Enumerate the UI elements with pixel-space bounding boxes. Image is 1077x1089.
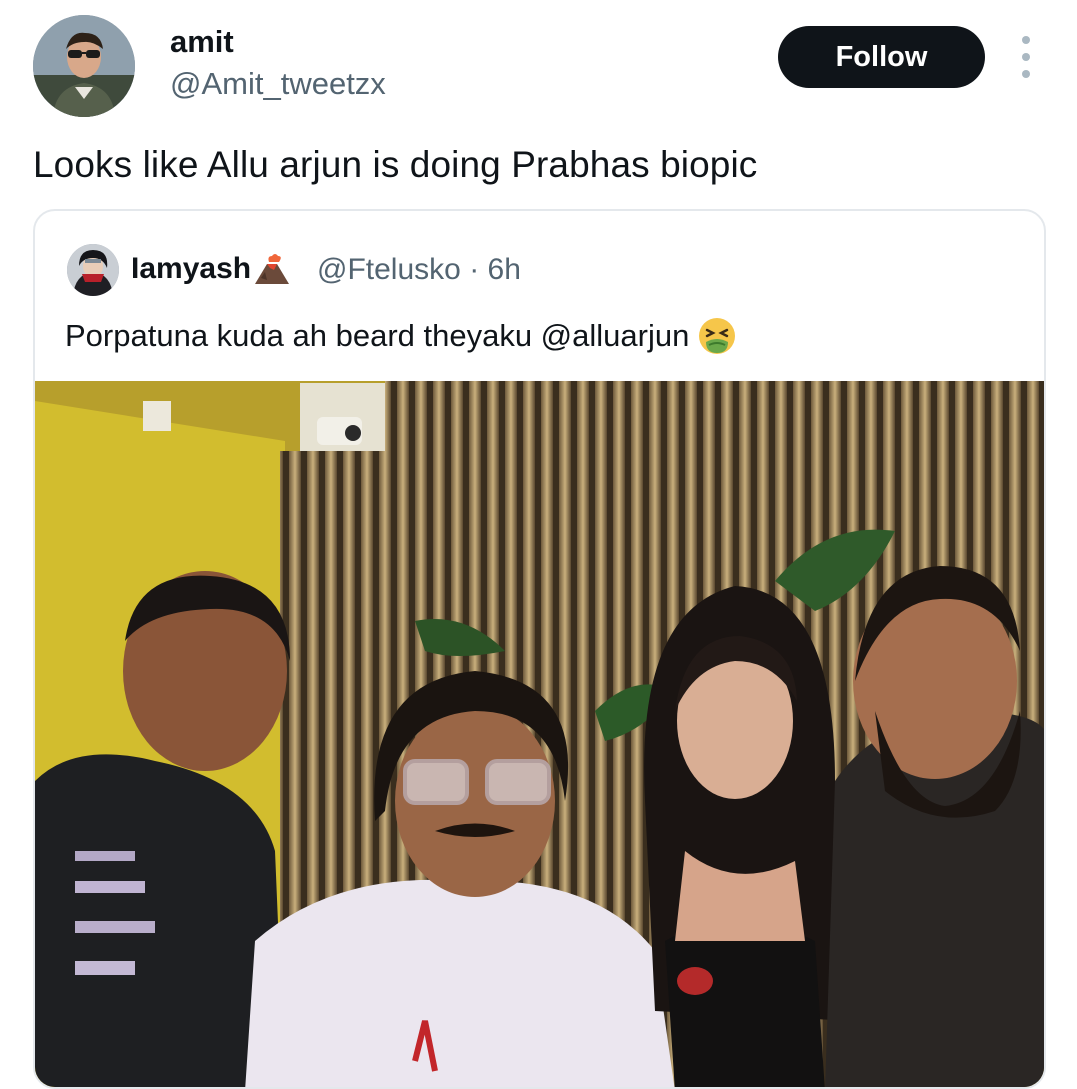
nauseated-face-icon [697,316,737,356]
quoted-author-name-text: Iamyash [131,252,252,285]
quoted-handle[interactable]: @Ftelusko [317,253,461,286]
more-dot [1022,53,1030,61]
quoted-author-avatar[interactable] [67,244,119,296]
meta-separator: · [469,253,480,286]
quoted-text: Porpatuna kuda ah beard theyaku @alluarj… [65,316,737,356]
author-display-name[interactable]: amit [170,24,234,60]
tweet-text: Looks like Allu arjun is doing Prabhas b… [33,144,758,185]
quoted-timestamp[interactable]: 6h [488,253,521,286]
follow-button[interactable]: Follow [778,26,985,88]
quoted-photo[interactable] [35,381,1044,1087]
more-options-icon[interactable] [1012,36,1040,78]
volcano-icon [253,252,291,286]
quoted-author-name[interactable]: Iamyash [131,252,291,286]
quoted-tweet-card[interactable]: Iamyash @Ftelusko · 6h Porpatuna kuda ah… [33,209,1046,1089]
more-dot [1022,36,1030,44]
author-handle[interactable]: @Amit_tweetzx [170,66,386,102]
quoted-meta: @Ftelusko · 6h [317,253,521,287]
quoted-text-body: Porpatuna kuda ah beard theyaku @alluarj… [65,318,690,353]
author-avatar[interactable] [33,15,135,117]
more-dot [1022,70,1030,78]
